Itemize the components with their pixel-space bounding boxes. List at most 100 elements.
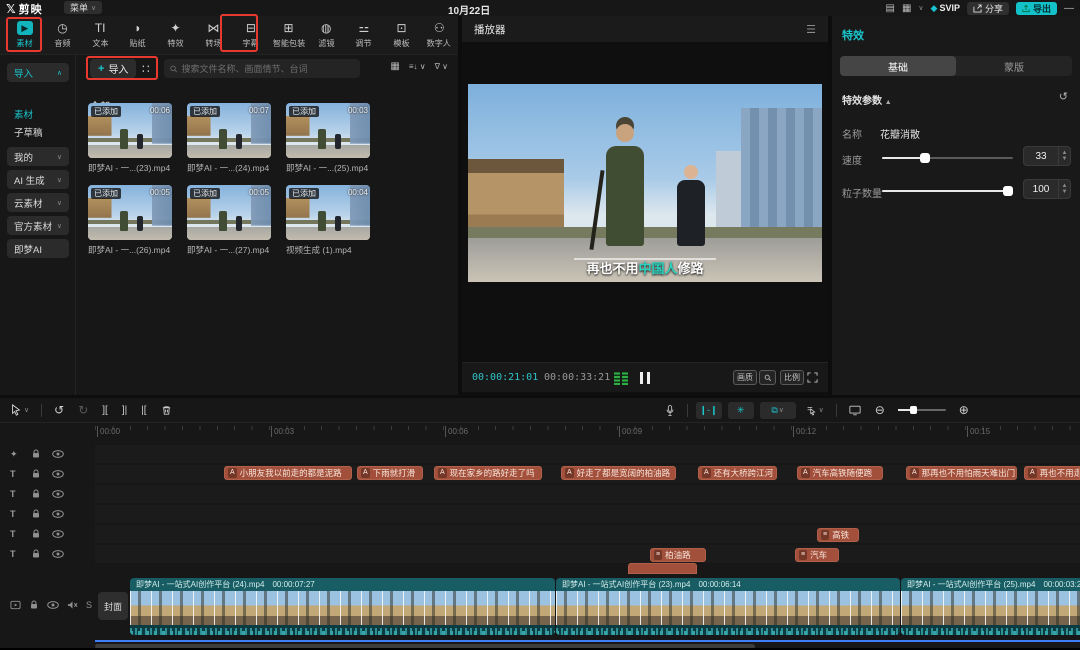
record-voiceover-button[interactable] (665, 404, 675, 417)
lock-icon[interactable] (31, 529, 41, 539)
toolbar-item-transition[interactable]: ⋈ 转场 (194, 21, 232, 49)
speed-input[interactable]: 33 ▲▼ (1023, 146, 1071, 166)
import-grid-icon[interactable]: ∷ (142, 62, 149, 76)
media-thumbnail[interactable]: 已添加 00:07 (187, 103, 271, 158)
toolbar-item-digital-human[interactable]: ⚇ 数字人 (420, 21, 458, 49)
sort-icon[interactable]: ≡↓ ∨ (409, 62, 426, 71)
quality-button[interactable]: 画质 (733, 370, 757, 385)
delete-button[interactable] (161, 405, 172, 416)
lock-icon[interactable] (29, 600, 39, 610)
toolbar-item-audio[interactable]: ◷ 音频 (44, 21, 82, 49)
caption-clip[interactable]: A 还有大桥跨江河 (698, 466, 777, 480)
toolbar-item-template[interactable]: ⊡ 模板 (383, 21, 421, 49)
slider-handle[interactable] (1003, 186, 1013, 196)
solo-badge[interactable]: S (86, 600, 92, 610)
sticker-clip[interactable]: ≡ 柏油路 (650, 548, 706, 562)
video-preview[interactable]: 再也不用中国人修路 (468, 84, 822, 282)
split-button[interactable]: ][ (102, 405, 108, 416)
eye-icon[interactable] (52, 550, 64, 558)
media-thumbnail[interactable]: 已添加 00:05 (88, 185, 172, 240)
redo-button[interactable]: ↻ (78, 403, 88, 417)
sidebar-item-official[interactable]: 官方素材 ∨ (7, 216, 69, 235)
toolbar-item-media[interactable]: ▶ 素材 (6, 21, 44, 49)
sidebar-item-ai-generate[interactable]: AI 生成 ∨ (7, 170, 69, 189)
media-thumbnail[interactable]: 已添加 00:03 (286, 103, 370, 158)
fullscreen-icon[interactable] (807, 372, 818, 383)
mute-speaker-icon[interactable] (67, 600, 78, 610)
timeline-ruler[interactable]: 00:00 00:03 00:06 00:09 00:12 00:15 (95, 425, 1080, 440)
slider-handle[interactable] (920, 153, 930, 163)
lock-icon[interactable] (31, 449, 41, 459)
video-clip[interactable]: 即梦AI - 一站式AI创作平台 (23).mp4 00:00:06:14 (556, 578, 900, 635)
svip-badge[interactable]: ◆ SVIP (931, 3, 960, 14)
filter-funnel-icon[interactable]: ∇ ∨ (435, 62, 448, 71)
toolbar-item-text[interactable]: TI 文本 (81, 21, 119, 49)
eye-icon[interactable] (47, 601, 59, 609)
import-button[interactable]: + 导入 (90, 59, 136, 78)
preview-window-button[interactable] (849, 405, 861, 416)
sidebar-item-subdraft[interactable]: 子草稿 (14, 125, 43, 139)
export-button[interactable]: 导出 (1016, 2, 1057, 15)
minimize-button[interactable]: — (1064, 3, 1074, 14)
sidebar-item-mine[interactable]: 我的 ∨ (7, 147, 69, 166)
link-toggle-button[interactable]: ⧉∨ (760, 402, 796, 419)
toolbar-item-sticker[interactable]: ◗ 贴纸 (119, 21, 157, 49)
snap-toggle-button[interactable]: ❙-❙ (696, 402, 722, 419)
tab-basic[interactable]: 基础 (840, 56, 956, 76)
tab-mask[interactable]: 蒙版 (956, 56, 1072, 76)
media-thumbnail[interactable]: 已添加 00:04 (286, 185, 370, 240)
toolbar-item-adjust[interactable]: ⚍ 调节 (345, 21, 383, 49)
preview-axis-toggle-button[interactable]: ✳ (728, 402, 754, 419)
sidebar-item-material[interactable]: 素材 (14, 107, 33, 121)
speed-slider[interactable] (882, 157, 1013, 159)
caption-clip[interactable]: A 下雨就打滑 (357, 466, 423, 480)
cover-button[interactable]: 封面 (98, 592, 128, 620)
caption-clip[interactable]: A 那再也不用怕雨天难出门 (906, 466, 1017, 480)
undo-button[interactable]: ↺ (54, 403, 64, 417)
caption-clip[interactable]: A 汽车高铁随便跑 (797, 466, 883, 480)
lock-icon[interactable] (31, 469, 41, 479)
caption-clip[interactable]: A 现在家乡的路好走了吗 (434, 466, 542, 480)
toolbar-item-effects[interactable]: ✦ 特效 (157, 21, 195, 49)
eye-icon[interactable] (52, 450, 64, 458)
share-button[interactable]: 分享 (967, 2, 1009, 15)
toolbar-item-captions[interactable]: ⊟ 字幕 (232, 21, 270, 49)
lock-icon[interactable] (31, 509, 41, 519)
split-left-button[interactable]: ]| (122, 405, 127, 416)
ratio-button[interactable]: 比例 (780, 370, 804, 385)
media-search[interactable] (164, 59, 360, 78)
sticker-clip[interactable]: ≡ 高铁 (817, 528, 859, 542)
search-input[interactable] (182, 64, 355, 74)
layout-chevron-icon[interactable]: ∨ (918, 4, 923, 12)
timeline-zoom-slider[interactable] (898, 409, 946, 411)
video-clip[interactable]: 即梦AI - 一站式AI创作平台 (24).mp4 00:00:07:27 (130, 578, 555, 635)
grid-view-icon[interactable]: ▦ (390, 61, 399, 72)
zoom-out-button[interactable]: ⊖ (875, 403, 885, 417)
caption-clip[interactable]: A 再也不用走泥路 (1024, 466, 1080, 480)
eye-icon[interactable] (52, 510, 64, 518)
sidebar-item-cloud[interactable]: 云素材 ∨ (7, 193, 69, 212)
collapsed-audio-track[interactable] (95, 640, 1080, 642)
media-thumbnail[interactable]: 已添加 00:06 (88, 103, 172, 158)
caption-clip[interactable]: A 好走了都是宽阔的柏油路 (561, 466, 676, 480)
layout-grid-icon[interactable]: ▦ (902, 3, 911, 14)
media-thumbnail[interactable]: 已添加 00:05 (187, 185, 271, 240)
stepper-down-icon[interactable]: ▼ (1062, 156, 1068, 162)
stepper-down-icon[interactable]: ▼ (1062, 189, 1068, 195)
split-right-button[interactable]: |[ (141, 405, 146, 416)
preview-zoom-button[interactable] (759, 370, 776, 385)
caption-clip[interactable]: A 小朋友我以前走的都是泥路 (224, 466, 352, 480)
lock-icon[interactable] (31, 489, 41, 499)
player-menu-icon[interactable]: ☰ (806, 23, 816, 36)
effect-params-header[interactable]: 特效参数 ▲ (842, 92, 892, 107)
toolbar-item-smart-pack[interactable]: ⊞ 智能包装 (270, 21, 308, 49)
pause-button[interactable] (640, 372, 650, 384)
eye-icon[interactable] (52, 490, 64, 498)
zoom-in-button[interactable]: ⊕ (959, 403, 969, 417)
select-tool-button[interactable]: ∨ (10, 404, 29, 416)
particles-slider[interactable] (882, 190, 1013, 192)
layout-panel-icon[interactable]: ▤ (886, 3, 895, 14)
eye-icon[interactable] (52, 530, 64, 538)
cursor-mode-button[interactable]: ∨ (806, 405, 824, 416)
sticker-clip[interactable]: ≡ 汽车 (795, 548, 839, 562)
